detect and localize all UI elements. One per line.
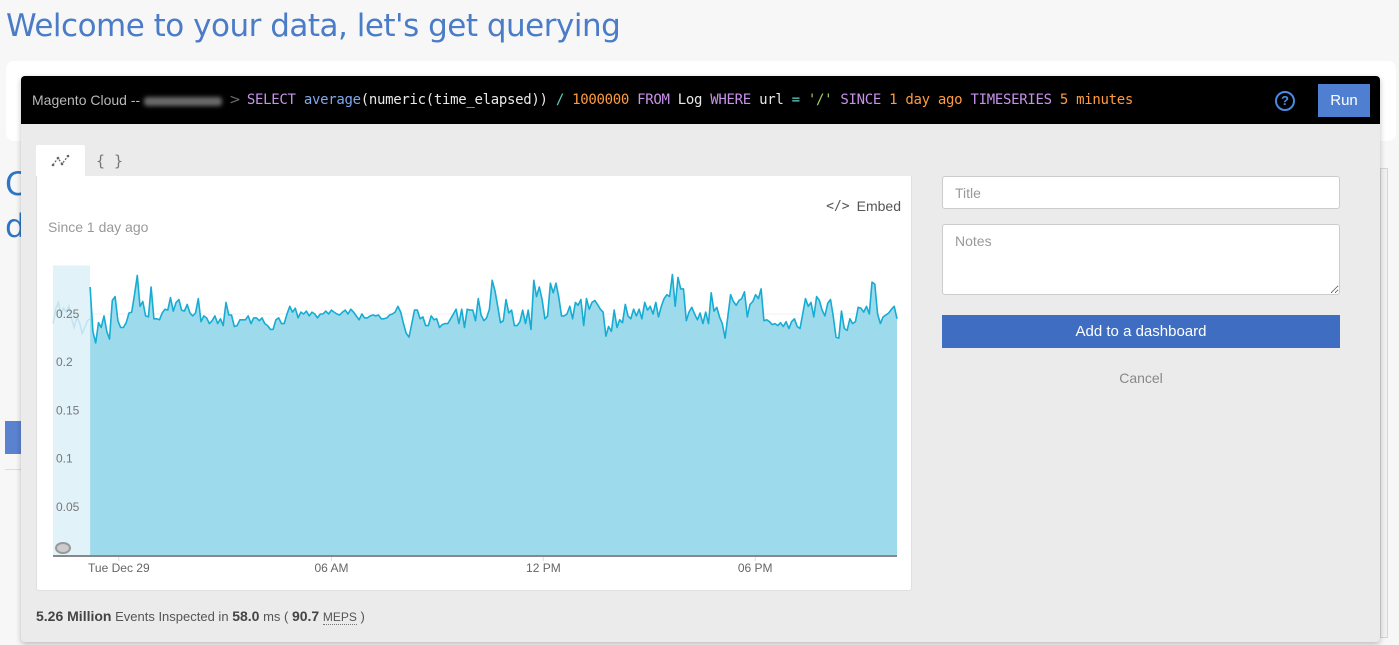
nrql-token: Log <box>677 92 711 108</box>
nrql-token: = <box>791 92 808 108</box>
add-to-dashboard-button[interactable]: Add to a dashboard <box>942 315 1340 348</box>
tab-chart[interactable] <box>36 145 85 176</box>
page-title: Welcome to your data, let's get querying <box>6 8 621 44</box>
help-icon[interactable]: ? <box>1275 91 1295 111</box>
meps-abbreviation[interactable]: MEPS <box>322 610 357 625</box>
nrql-token: SINCE <box>840 92 890 108</box>
nrql-token: (numeric(time_elapsed)) <box>360 92 556 108</box>
events-inspected-count: 5.26 Million <box>36 608 112 624</box>
nrql-query-bar[interactable]: Magento Cloud -- > SELECT average(numeri… <box>21 76 1380 124</box>
query-builder-overlay: Magento Cloud -- > SELECT average(numeri… <box>21 76 1380 642</box>
y-tick-label: 0.25 <box>56 307 80 321</box>
nrql-token: url <box>759 92 792 108</box>
query-stats: 5.26 Million Events Inspected in 58.0 ms… <box>36 608 365 625</box>
y-tick-label: 0.1 <box>56 452 73 466</box>
nrql-token: FROM <box>637 92 678 108</box>
json-braces-icon: { } <box>95 151 124 170</box>
run-button[interactable]: Run <box>1318 84 1370 117</box>
query-duration: 58.0 <box>232 608 260 624</box>
meps-value: 90.7 <box>291 608 320 624</box>
nrql-token: 1 day ago <box>889 92 971 108</box>
x-tick-label: 06 PM <box>738 561 773 575</box>
cancel-button[interactable]: Cancel <box>942 370 1340 386</box>
breadcrumb-chevron-icon: > <box>229 92 241 108</box>
nrql-token: WHERE <box>710 92 760 108</box>
stats-close-paren: ) <box>360 609 365 624</box>
time-range-handle[interactable] <box>55 542 71 554</box>
title-input[interactable] <box>942 176 1340 209</box>
y-tick-label: 0.2 <box>56 355 73 369</box>
nrql-token: average <box>303 92 361 108</box>
nrql-token: SELECT <box>246 92 304 108</box>
line-chart-icon <box>51 154 69 166</box>
account-label: Magento Cloud -- <box>32 92 141 108</box>
y-tick-label: 0.05 <box>56 500 80 514</box>
tab-json[interactable]: { } <box>85 145 134 176</box>
x-tick-label: 12 PM <box>526 561 561 575</box>
x-tick-label: Tue Dec 29 <box>88 561 150 575</box>
account-selector[interactable]: Magento Cloud -- <box>32 92 225 108</box>
previous-period-area <box>53 302 91 555</box>
nrql-token: 1000000 <box>572 92 638 108</box>
timeseries-area-chart[interactable]: 0.05 0.1 0.15 0.2 0.25 Tue Dec 29 06 AM 12 PM 06… <box>37 176 913 591</box>
nrql-token: '/' <box>807 92 841 108</box>
background-side-panel <box>1380 168 1388 638</box>
x-tick-label: 06 AM <box>315 561 349 575</box>
account-name-redacted <box>144 96 223 106</box>
view-tabs: { } <box>36 145 134 176</box>
notes-textarea[interactable] <box>942 224 1340 295</box>
nrql-token: TIMESERIES <box>970 92 1060 108</box>
events-inspected-text: Events Inspected in <box>115 609 229 624</box>
nrql-token: / <box>555 92 573 108</box>
y-tick-label: 0.15 <box>56 403 80 417</box>
series-area <box>90 274 898 555</box>
nrql-query-input[interactable]: SELECT average(numeric(time_elapsed)) / … <box>247 92 1133 108</box>
duration-unit: ms ( <box>263 609 289 624</box>
nrql-token: 5 minutes <box>1059 92 1134 108</box>
chart-panel: Since 1 day ago </> Embed 0.05 0.1 0.15 0.2… <box>36 176 912 591</box>
